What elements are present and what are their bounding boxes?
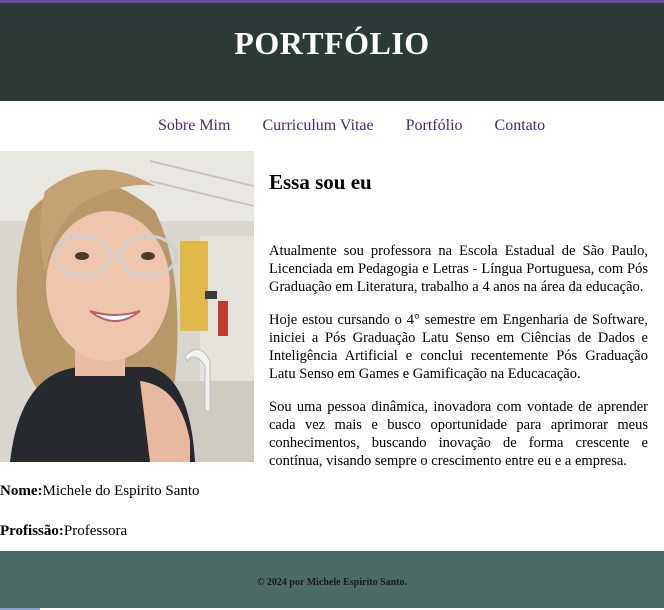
profile-photo [0, 151, 254, 462]
footer-copyright: © 2024 por Michele Espirito Santo. [256, 577, 408, 588]
profile-info: Nome:Michele do Espirito Santo Profissão… [0, 480, 254, 560]
profile-name-row: Nome:Michele do Espirito Santo [0, 480, 254, 502]
about-heading: Essa sou eu [269, 170, 372, 194]
profession-label: Profissão: [0, 523, 64, 539]
about-paragraph: Sou uma pessoa dinâmica, inovadora com v… [269, 399, 648, 469]
main-nav: Sobre Mim Curriculum Vitae Portfólio Con… [0, 101, 664, 151]
profession-value: Professora [63, 523, 128, 539]
page-title: PORTFÓLIO [234, 25, 430, 61]
name-value: Michele do Espirito Santo [42, 483, 200, 499]
about-paragraph: Hoje estou cursando o 4° semestre em Eng… [269, 312, 648, 382]
site-header: PORTFÓLIO [0, 3, 664, 101]
about-paragraph: Atualmente sou professora na Escola Esta… [269, 243, 648, 295]
nav-link-portfolio[interactable]: Portfólio [390, 117, 479, 135]
nav-link-sobre-mim[interactable]: Sobre Mim [142, 117, 246, 135]
name-label: Nome: [0, 483, 43, 499]
site-footer: © 2024 por Michele Espirito Santo. [0, 551, 664, 608]
about-section: Essa sou eu Atualmente sou professora na… [269, 170, 648, 485]
profile-photo-illustration [0, 151, 254, 462]
profile-profession-row: Profissão:Professora [0, 520, 254, 542]
nav-link-curriculum-vitae[interactable]: Curriculum Vitae [246, 117, 389, 135]
nav-link-contato[interactable]: Contato [479, 117, 562, 135]
nav-links: Sobre Mim Curriculum Vitae Portfólio Con… [142, 117, 561, 135]
